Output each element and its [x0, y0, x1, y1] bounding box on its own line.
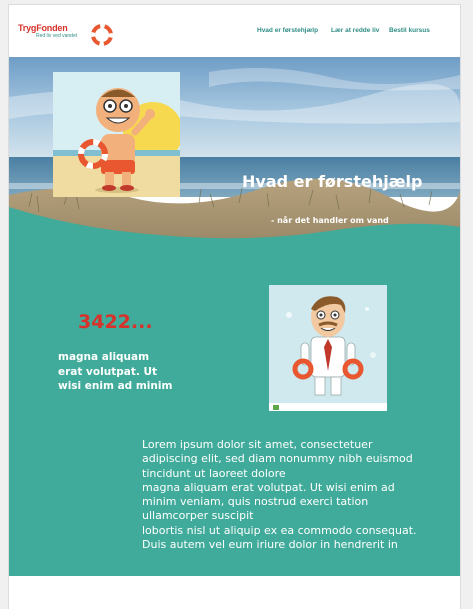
stat-line: magna aliquam	[58, 351, 150, 363]
body-line: ullamcorper suscipit	[142, 509, 254, 523]
logo-tagline: Red liv ved vandet	[36, 33, 78, 39]
site-header: TrygFonden Red liv ved vandet Hvad er fø…	[9, 5, 460, 57]
nav-item-book-course[interactable]: Bestil kursus	[389, 27, 430, 34]
cartoon-man-illustration	[269, 285, 387, 411]
body-line: Lorem ipsum dolor sit amet, consectetuer	[142, 438, 373, 451]
body-line: Duis autem vel eum iriure dolor in hendr…	[142, 538, 398, 552]
hero-subtitle: - når det handler om vand	[271, 216, 389, 225]
stat-line: wisi enim ad minim	[58, 380, 173, 392]
page: TrygFonden Red liv ved vandet Hvad er fø…	[9, 5, 460, 609]
stat-description: magna aliquam erat volutpat. Ut wisi eni…	[58, 350, 198, 394]
lifeguard-illustration	[53, 72, 180, 197]
lifebuoy-icon	[91, 24, 113, 46]
stat-number: 3422...	[78, 311, 153, 333]
nav-item-save-lives[interactable]: Lær at redde liv	[331, 27, 379, 34]
body-line: adipiscing elit, sed diam nonummy nibh e…	[142, 452, 413, 466]
stat-line: erat volutpat. Ut	[58, 365, 158, 378]
footer	[9, 576, 460, 609]
nav-item-first-aid[interactable]: Hvad er førstehjælp	[257, 27, 318, 34]
body-line: minim veniam, quis nostrud exerci tation	[142, 495, 369, 509]
body-line: magna aliquam erat volutpat. Ut wisi eni…	[142, 480, 395, 494]
body-paragraph: Lorem ipsum dolor sit amet, consectetuer…	[142, 438, 442, 552]
lifeguard-icon	[53, 72, 180, 197]
body-line: lobortis nisl ut aliquip ex ea commodo c…	[142, 523, 417, 537]
body-line: tincidunt ut laoreet dolore	[142, 466, 286, 480]
man-with-lifebuoy-icon	[269, 285, 387, 411]
logo[interactable]: TrygFonden Red liv ved vandet	[18, 23, 118, 51]
hero-title: Hvad er førstehjælp	[242, 172, 423, 191]
logo-name: TrygFonden	[18, 23, 68, 33]
